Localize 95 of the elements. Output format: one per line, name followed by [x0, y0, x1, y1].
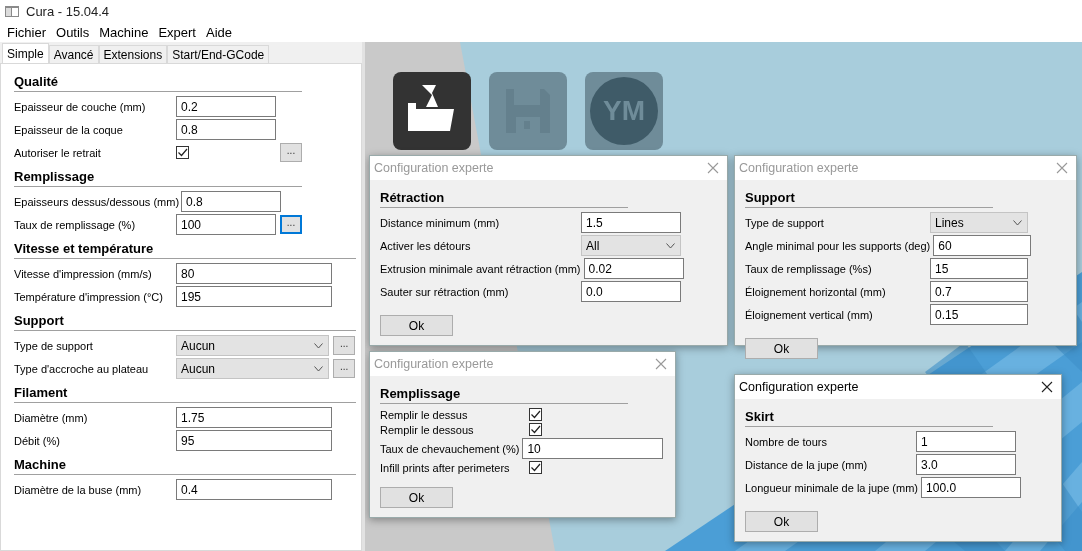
input-field[interactable]: 0.8: [176, 119, 276, 140]
field-label: Éloignement horizontal (mm): [745, 285, 887, 298]
input-field[interactable]: 3.0: [916, 454, 1016, 475]
dialog-title: Configuration experte: [374, 357, 494, 371]
menu-item[interactable]: Machine: [94, 24, 154, 40]
field-label: Type de support: [745, 216, 825, 229]
checkbox[interactable]: [529, 408, 542, 421]
checkbox[interactable]: [529, 423, 542, 436]
section-heading: Vitesse et température: [14, 241, 356, 259]
section-heading: Support: [14, 313, 356, 331]
input-field[interactable]: 0.2: [176, 96, 276, 117]
input-field[interactable]: 1: [916, 431, 1016, 452]
field-label: Vitesse d'impression (mm/s): [14, 267, 153, 280]
input-field[interactable]: 0.0: [581, 281, 681, 302]
dropdown[interactable]: Aucun: [176, 358, 330, 379]
more-button[interactable]: ...: [280, 215, 302, 234]
section-heading: Remplissage: [380, 386, 628, 404]
input-field[interactable]: 100: [176, 214, 276, 235]
field-label: Taux de remplissage (%s): [745, 262, 873, 275]
field-label: Sauter sur rétraction (mm): [380, 285, 510, 298]
dialog-title: Configuration experte: [739, 380, 859, 394]
field-label: Epaisseurs dessus/dessous (mm): [14, 195, 181, 208]
section-heading: Rétraction: [380, 190, 628, 208]
field-label: Diamètre de la buse (mm): [14, 483, 143, 496]
section-heading: Support: [745, 190, 993, 208]
menu-item[interactable]: Fichier: [2, 24, 51, 40]
tab[interactable]: Start/End-GCode: [167, 45, 270, 63]
chevron-down-icon: [314, 365, 324, 372]
input-field[interactable]: 80: [176, 263, 332, 284]
dropdown[interactable]: Aucun: [176, 335, 330, 356]
field-label: Taux de chevauchement (%): [380, 442, 521, 455]
field-label: Distance de la jupe (mm): [745, 458, 869, 471]
input-field[interactable]: 0.4: [176, 479, 332, 500]
field-label: Type d'accroche au plateau: [14, 362, 150, 375]
section-heading: Remplissage: [14, 169, 302, 187]
more-button[interactable]: ...: [333, 359, 355, 378]
field-label: Extrusion minimale avant rétraction (mm): [380, 262, 582, 275]
window-title: Cura - 15.04.4: [26, 3, 110, 19]
ok-button[interactable]: Ok: [380, 487, 453, 508]
section-heading: Filament: [14, 385, 356, 403]
field-label: Température d'impression (°C): [14, 290, 164, 303]
input-field[interactable]: 1.5: [581, 212, 681, 233]
field-label: Remplir le dessus: [380, 408, 469, 421]
tab[interactable]: Avancé: [48, 45, 99, 63]
more-button[interactable]: ...: [333, 336, 355, 355]
field-label: Activer les détours: [380, 239, 472, 252]
input-field[interactable]: 0.7: [930, 281, 1028, 302]
dialog-title: Configuration experte: [739, 161, 859, 175]
dropdown[interactable]: Lines: [930, 212, 1028, 233]
chevron-down-icon: [666, 242, 675, 249]
section-heading: Qualité: [14, 74, 302, 92]
close-icon[interactable]: [1041, 381, 1053, 393]
field-label: Epaisseur de couche (mm): [14, 100, 147, 113]
field-label: Distance minimum (mm): [380, 216, 501, 229]
tab[interactable]: Simple: [2, 43, 49, 63]
ok-button[interactable]: Ok: [380, 315, 453, 336]
input-field[interactable]: 60: [933, 235, 1032, 256]
field-label: Angle minimal pour les supports (deg): [745, 239, 932, 252]
dialog-title: Configuration experte: [374, 161, 494, 175]
field-label: Remplir le dessous: [380, 423, 475, 436]
input-field[interactable]: 10: [522, 438, 664, 459]
checkbox[interactable]: [176, 146, 189, 159]
field-label: Type de support: [14, 339, 94, 352]
chevron-down-icon: [1013, 219, 1022, 226]
input-field[interactable]: 1.75: [176, 407, 332, 428]
field-label: Autoriser le retrait: [14, 146, 102, 159]
input-field[interactable]: 15: [930, 258, 1028, 279]
section-heading: Skirt: [745, 409, 993, 427]
menu-item[interactable]: Expert: [153, 24, 201, 40]
checkbox[interactable]: [529, 461, 542, 474]
more-button[interactable]: ...: [280, 143, 302, 162]
chevron-down-icon: [314, 342, 324, 349]
ok-button[interactable]: Ok: [745, 511, 818, 532]
field-label: Diamètre (mm): [14, 411, 89, 424]
input-field[interactable]: 0.02: [583, 258, 684, 279]
input-field[interactable]: 195: [176, 286, 332, 307]
field-label: Epaisseur de la coque: [14, 123, 124, 136]
tab[interactable]: Extensions: [98, 45, 168, 63]
ok-button[interactable]: Ok: [745, 338, 818, 359]
app-icon: [5, 5, 19, 17]
input-field[interactable]: 0.8: [181, 191, 282, 212]
menu-item[interactable]: Aide: [200, 24, 237, 40]
field-label: Infill prints after perimeters: [380, 461, 511, 474]
input-field[interactable]: 0.15: [930, 304, 1028, 325]
field-label: Taux de remplissage (%): [14, 218, 137, 231]
field-label: Longueur minimale de la jupe (mm): [745, 481, 920, 494]
load-button[interactable]: [393, 72, 471, 150]
dropdown[interactable]: All: [581, 235, 681, 256]
field-label: Débit (%): [14, 434, 61, 447]
input-field[interactable]: 100.0: [921, 477, 1022, 498]
section-heading: Machine: [14, 457, 356, 475]
field-label: Éloignement vertical (mm): [745, 308, 874, 321]
field-label: Nombre de tours: [745, 435, 828, 448]
menu-item[interactable]: Outils: [51, 24, 95, 40]
input-field[interactable]: 95: [176, 430, 332, 451]
